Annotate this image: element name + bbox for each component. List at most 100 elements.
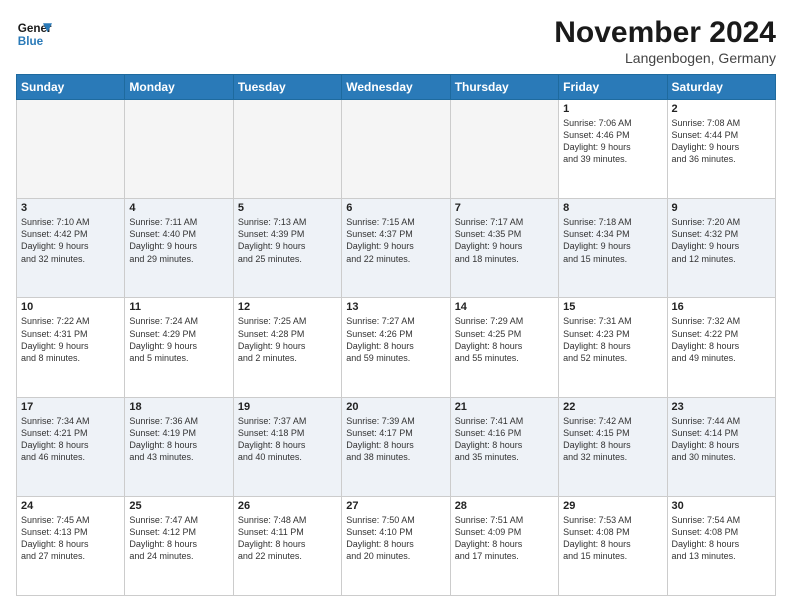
table-row: 20 Sunrise: 7:39 AM Sunset: 4:17 PM Dayli… (342, 397, 450, 496)
table-row: 23 Sunrise: 7:44 AM Sunset: 4:14 PM Dayli… (667, 397, 775, 496)
day-number: 30 (672, 500, 771, 512)
table-row: 29 Sunrise: 7:53 AM Sunset: 4:08 PM Dayli… (559, 496, 667, 595)
table-row: 15 Sunrise: 7:31 AM Sunset: 4:23 PM Dayli… (559, 298, 667, 397)
col-sunday: Sunday (17, 75, 125, 100)
day-number: 23 (672, 401, 771, 413)
day-info: Sunrise: 7:25 AM Sunset: 4:28 PM Dayligh… (238, 315, 337, 364)
table-row (450, 100, 558, 199)
table-row: 25 Sunrise: 7:47 AM Sunset: 4:12 PM Dayli… (125, 496, 233, 595)
day-number: 15 (563, 301, 662, 313)
day-number: 18 (129, 401, 228, 413)
calendar-week-row: 1 Sunrise: 7:06 AM Sunset: 4:46 PM Daylig… (17, 100, 776, 199)
logo: General Blue (16, 16, 52, 52)
day-info: Sunrise: 7:20 AM Sunset: 4:32 PM Dayligh… (672, 216, 771, 265)
location: Langenbogen, Germany (554, 50, 776, 66)
table-row (342, 100, 450, 199)
header: General Blue November 2024 Langenbogen, … (16, 16, 776, 66)
day-info: Sunrise: 7:27 AM Sunset: 4:26 PM Dayligh… (346, 315, 445, 364)
table-row: 10Sunrise: 7:22 AM Sunset: 4:31 PM Dayli… (17, 298, 125, 397)
day-info: Sunrise: 7:53 AM Sunset: 4:08 PM Dayligh… (563, 514, 662, 563)
day-number: 1 (563, 103, 662, 115)
day-info: Sunrise: 7:54 AM Sunset: 4:08 PM Dayligh… (672, 514, 771, 563)
day-info: Sunrise: 7:51 AM Sunset: 4:09 PM Dayligh… (455, 514, 554, 563)
table-row (125, 100, 233, 199)
month-title: November 2024 (554, 16, 776, 50)
svg-text:Blue: Blue (18, 35, 44, 48)
table-row: 18 Sunrise: 7:36 AM Sunset: 4:19 PM Dayli… (125, 397, 233, 496)
day-number: 24 (21, 500, 120, 512)
day-info: Sunrise: 7:15 AM Sunset: 4:37 PM Dayligh… (346, 216, 445, 265)
day-number: 20 (346, 401, 445, 413)
day-info: Sunrise: 7:31 AM Sunset: 4:23 PM Dayligh… (563, 315, 662, 364)
table-row: 17 Sunrise: 7:34 AM Sunset: 4:21 PM Dayli… (17, 397, 125, 496)
logo-icon: General Blue (16, 16, 52, 52)
table-row: 12 Sunrise: 7:25 AM Sunset: 4:28 PM Dayli… (233, 298, 341, 397)
day-number: 3 (21, 202, 120, 214)
col-monday: Monday (125, 75, 233, 100)
day-info: Sunrise: 7:17 AM Sunset: 4:35 PM Dayligh… (455, 216, 554, 265)
table-row: 26Sunrise: 7:48 AM Sunset: 4:11 PM Dayli… (233, 496, 341, 595)
day-info: Sunrise: 7:34 AM Sunset: 4:21 PM Dayligh… (21, 415, 120, 464)
table-row: 19 Sunrise: 7:37 AM Sunset: 4:18 PM Dayli… (233, 397, 341, 496)
day-number: 29 (563, 500, 662, 512)
day-info: Sunrise: 7:42 AM Sunset: 4:15 PM Dayligh… (563, 415, 662, 464)
table-row: 21 Sunrise: 7:41 AM Sunset: 4:16 PM Dayli… (450, 397, 558, 496)
table-row: 1 Sunrise: 7:06 AM Sunset: 4:46 PM Daylig… (559, 100, 667, 199)
table-row: 9 Sunrise: 7:20 AM Sunset: 4:32 PM Daylig… (667, 199, 775, 298)
table-row: 7 Sunrise: 7:17 AM Sunset: 4:35 PM Daylig… (450, 199, 558, 298)
table-row (17, 100, 125, 199)
day-info: Sunrise: 7:06 AM Sunset: 4:46 PM Dayligh… (563, 117, 662, 166)
day-info: Sunrise: 7:47 AM Sunset: 4:12 PM Dayligh… (129, 514, 228, 563)
day-info: Sunrise: 7:41 AM Sunset: 4:16 PM Dayligh… (455, 415, 554, 464)
calendar-header-row: Sunday Monday Tuesday Wednesday Thursday… (17, 75, 776, 100)
table-row: 11Sunrise: 7:24 AM Sunset: 4:29 PM Dayli… (125, 298, 233, 397)
day-info: Sunrise: 7:29 AM Sunset: 4:25 PM Dayligh… (455, 315, 554, 364)
day-number: 4 (129, 202, 228, 214)
calendar-table: Sunday Monday Tuesday Wednesday Thursday… (16, 74, 776, 596)
table-row: 24 Sunrise: 7:45 AM Sunset: 4:13 PM Dayli… (17, 496, 125, 595)
day-number: 9 (672, 202, 771, 214)
day-info: Sunrise: 7:18 AM Sunset: 4:34 PM Dayligh… (563, 216, 662, 265)
day-number: 2 (672, 103, 771, 115)
calendar-week-row: 10Sunrise: 7:22 AM Sunset: 4:31 PM Dayli… (17, 298, 776, 397)
day-info: Sunrise: 7:08 AM Sunset: 4:44 PM Dayligh… (672, 117, 771, 166)
day-number: 5 (238, 202, 337, 214)
col-tuesday: Tuesday (233, 75, 341, 100)
page: General Blue November 2024 Langenbogen, … (0, 0, 792, 612)
day-number: 17 (21, 401, 120, 413)
calendar-week-row: 24 Sunrise: 7:45 AM Sunset: 4:13 PM Dayli… (17, 496, 776, 595)
table-row: 3Sunrise: 7:10 AM Sunset: 4:42 PM Daylig… (17, 199, 125, 298)
day-number: 8 (563, 202, 662, 214)
day-number: 6 (346, 202, 445, 214)
calendar-week-row: 17 Sunrise: 7:34 AM Sunset: 4:21 PM Dayli… (17, 397, 776, 496)
table-row (233, 100, 341, 199)
day-number: 7 (455, 202, 554, 214)
day-number: 13 (346, 301, 445, 313)
day-info: Sunrise: 7:32 AM Sunset: 4:22 PM Dayligh… (672, 315, 771, 364)
table-row: 2 Sunrise: 7:08 AM Sunset: 4:44 PM Daylig… (667, 100, 775, 199)
day-info: Sunrise: 7:36 AM Sunset: 4:19 PM Dayligh… (129, 415, 228, 464)
day-number: 25 (129, 500, 228, 512)
day-info: Sunrise: 7:44 AM Sunset: 4:14 PM Dayligh… (672, 415, 771, 464)
table-row: 22Sunrise: 7:42 AM Sunset: 4:15 PM Dayli… (559, 397, 667, 496)
day-number: 21 (455, 401, 554, 413)
table-row: 14Sunrise: 7:29 AM Sunset: 4:25 PM Dayli… (450, 298, 558, 397)
title-block: November 2024 Langenbogen, Germany (554, 16, 776, 66)
table-row: 30 Sunrise: 7:54 AM Sunset: 4:08 PM Dayli… (667, 496, 775, 595)
day-info: Sunrise: 7:45 AM Sunset: 4:13 PM Dayligh… (21, 514, 120, 563)
day-number: 26 (238, 500, 337, 512)
day-number: 16 (672, 301, 771, 313)
day-number: 19 (238, 401, 337, 413)
day-number: 12 (238, 301, 337, 313)
table-row: 6 Sunrise: 7:15 AM Sunset: 4:37 PM Daylig… (342, 199, 450, 298)
day-info: Sunrise: 7:39 AM Sunset: 4:17 PM Dayligh… (346, 415, 445, 464)
table-row: 16 Sunrise: 7:32 AM Sunset: 4:22 PM Dayli… (667, 298, 775, 397)
day-info: Sunrise: 7:11 AM Sunset: 4:40 PM Dayligh… (129, 216, 228, 265)
day-info: Sunrise: 7:37 AM Sunset: 4:18 PM Dayligh… (238, 415, 337, 464)
day-number: 10 (21, 301, 120, 313)
day-number: 28 (455, 500, 554, 512)
day-info: Sunrise: 7:13 AM Sunset: 4:39 PM Dayligh… (238, 216, 337, 265)
col-thursday: Thursday (450, 75, 558, 100)
table-row: 5 Sunrise: 7:13 AM Sunset: 4:39 PM Daylig… (233, 199, 341, 298)
day-info: Sunrise: 7:24 AM Sunset: 4:29 PM Dayligh… (129, 315, 228, 364)
